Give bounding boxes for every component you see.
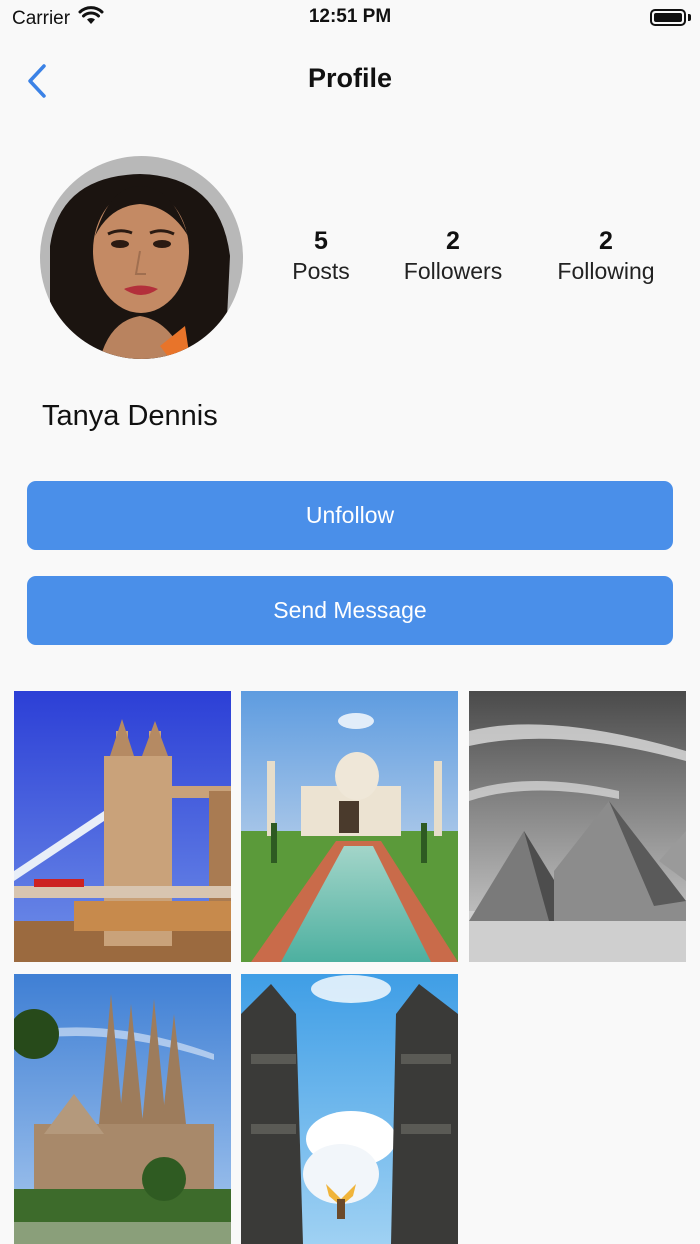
photo-sagrada-familia[interactable] [14,974,231,1244]
stat-value: 5 [314,227,328,255]
stat-followers[interactable]: 2 Followers [383,226,523,286]
stat-label: Posts [292,258,350,284]
photo-bali-gate[interactable] [241,974,458,1244]
unfollow-button[interactable]: Unfollow [27,481,673,550]
battery-icon [650,9,686,26]
photo-tower-bridge[interactable] [14,691,231,962]
stat-value: 2 [599,227,613,255]
photo-pyramids[interactable] [469,691,686,962]
stat-label: Following [557,258,655,284]
battery-cap [688,14,691,21]
page-title: Profile [307,63,393,93]
stat-posts: 5 Posts [271,226,371,286]
send-message-button[interactable]: Send Message [27,576,673,645]
stat-label: Followers [403,258,503,284]
photo-taj-mahal[interactable] [241,691,458,962]
stat-value: 2 [446,227,460,255]
avatar [40,156,243,359]
status-time: 12:51 PM [308,6,392,27]
profile-name: Tanya Dennis [42,400,218,432]
stat-following[interactable]: 2 Following [536,226,676,286]
